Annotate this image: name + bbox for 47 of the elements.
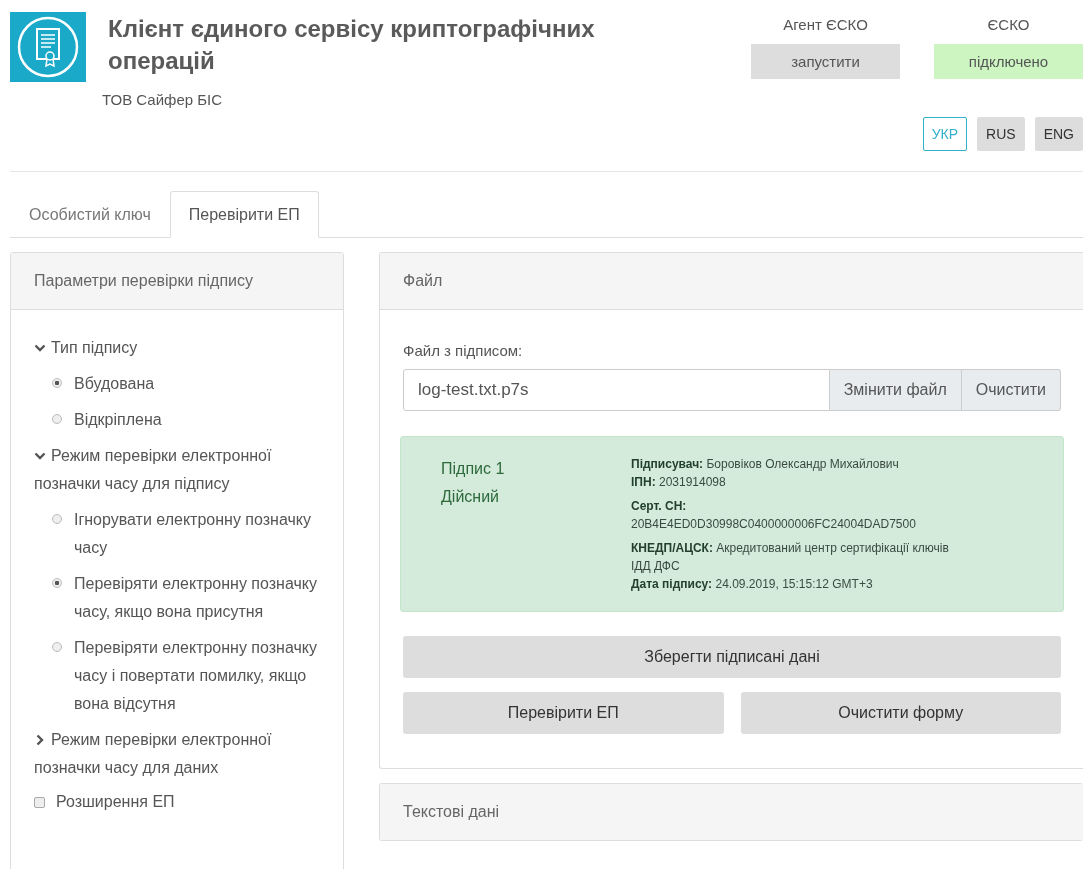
panel-title: Текстові дані <box>403 803 500 821</box>
status-indicator: підключено <box>934 44 1083 79</box>
tab[interactable]: Особистий ключ <box>10 191 170 238</box>
chevron-icon[interactable] <box>34 450 46 462</box>
chevron-icon[interactable] <box>34 734 46 746</box>
service-label: Агент ЄСКО <box>783 15 868 35</box>
section-toggle[interactable]: Режим перевірки електронної позначки часу для підпису <box>34 442 320 498</box>
tab[interactable]: Перевірити ЕП <box>169 191 319 238</box>
company-name: ТОВ Сайфер БІС <box>102 91 224 108</box>
radio-label[interactable]: Ігнорувати електронну позначку часу <box>74 506 320 562</box>
section-toggle[interactable]: Тип підпису <box>34 334 320 362</box>
form-button[interactable]: Очистити форму <box>740 692 1061 734</box>
language-button[interactable]: RUS <box>977 117 1025 151</box>
radio-label[interactable]: Відкріплена <box>74 406 162 434</box>
radio-button[interactable] <box>52 414 62 424</box>
radio-button[interactable] <box>52 378 62 388</box>
radio-button[interactable] <box>52 514 62 524</box>
form-button[interactable]: Перевірити ЕП <box>403 692 724 734</box>
chevron-icon[interactable] <box>34 342 46 354</box>
radio-label[interactable]: Вбудована <box>74 370 155 398</box>
checkbox-label[interactable]: Розширення ЕП <box>56 788 175 816</box>
service-label: ЄСКО <box>987 15 1030 35</box>
signature-detail: КНЕДП/АЦСК: Акредитований центр сертифікації ключів ІДД ДФС <box>631 540 950 575</box>
file-action-button[interactable]: Очистити <box>961 369 1061 411</box>
file-field[interactable]: log-test.txt.p7s <box>403 369 830 411</box>
radio-button[interactable] <box>52 578 62 588</box>
signature-detail: Підписувач: Боровіков Олександр Михайлович <box>631 456 900 473</box>
signature-detail: Дата підпису: 24.09.2019, 15:15:12 GMT+3 <box>631 576 874 593</box>
signature-status: Дійсний <box>441 487 501 507</box>
field-label: Файл з підписом: <box>403 342 524 359</box>
panel-title: Файл <box>403 272 443 290</box>
section-toggle[interactable]: Режим перевірки електронної позначки часу для даних <box>34 726 320 782</box>
certificate-logo-icon <box>10 12 86 82</box>
app-title: Клієнт єдиного сервісу криптографічних операцій <box>108 14 596 76</box>
panel-title: Параметри перевірки підпису <box>34 272 254 290</box>
checkbox[interactable] <box>34 796 45 808</box>
signature-name: Підпис 1 <box>441 459 506 479</box>
radio-label[interactable]: Перевіряти електронну позначку часу і повертати помилку, якщо вона відсутня <box>74 634 320 718</box>
start-button[interactable]: запустити <box>751 44 900 79</box>
language-button[interactable]: ENG <box>1034 117 1083 151</box>
radio-label[interactable]: Перевіряти електронну позначку часу, якщо вона присутня <box>74 570 320 626</box>
signature-detail: ІПН: 2031914098 <box>631 474 727 491</box>
radio-button[interactable] <box>52 642 62 652</box>
file-action-button[interactable]: Змінити файл <box>829 369 962 411</box>
save-button[interactable]: Зберегти підписані дані <box>403 636 1061 678</box>
signature-detail: 20B4E4ED0D30998C0400000006FC24004DAD7500 <box>631 516 917 533</box>
signature-detail: Серт. СН: <box>631 498 688 515</box>
